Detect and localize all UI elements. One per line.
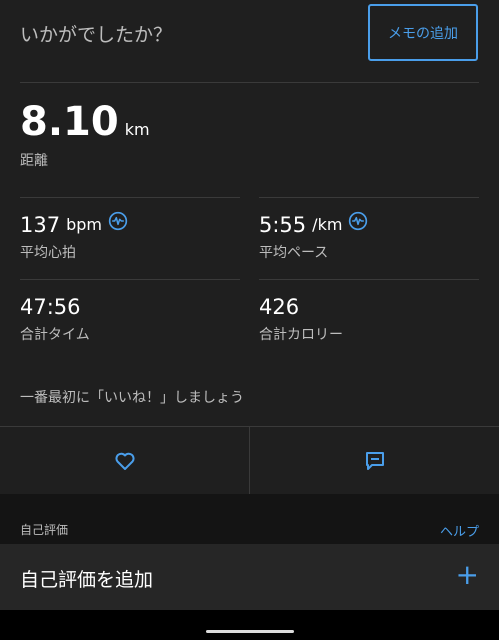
system-nav-bar — [0, 610, 499, 640]
divider — [20, 197, 240, 198]
comment-icon — [365, 452, 384, 470]
pace-value: 5:55 — [259, 213, 307, 237]
feedback-header: いかがでしたか？ メモの追加 — [0, 0, 499, 82]
comment-button[interactable] — [249, 427, 499, 495]
heart-icon — [114, 452, 135, 470]
heart-rate-label: 平均心拍 — [20, 245, 76, 261]
add-self-eval-label: 自己評価を追加 — [20, 569, 154, 591]
divider — [259, 197, 479, 198]
plus-icon[interactable]: + — [456, 558, 479, 592]
pace-unit: /km — [312, 215, 343, 234]
distance-value-row: 8.10 km — [20, 98, 150, 154]
help-link[interactable]: ヘルプ — [440, 521, 479, 540]
total-time-value: 47:56 — [20, 295, 81, 319]
divider — [20, 279, 240, 280]
self-eval-section-header: 自己評価 ヘルプ — [0, 494, 499, 544]
stat-heart-rate: 137 bpm 平均心拍 — [20, 211, 128, 262]
heart-rate-unit: bpm — [66, 215, 102, 234]
pace-label: 平均ペース — [259, 245, 329, 261]
distance-unit: km — [124, 120, 150, 139]
stat-calories: 426 合計カロリー — [259, 294, 343, 344]
add-memo-button[interactable]: メモの追加 — [368, 4, 478, 61]
distance-value: 8.10 — [20, 99, 119, 145]
home-indicator[interactable] — [206, 630, 294, 633]
divider — [259, 279, 479, 280]
total-time-label: 合計タイム — [20, 327, 90, 343]
action-bar — [0, 426, 499, 495]
distance-label: 距離 — [20, 153, 48, 169]
heart-rate-value: 137 — [20, 213, 61, 237]
stat-pace: 5:55 /km 平均ペース — [259, 211, 368, 262]
feedback-question: いかがでしたか？ — [20, 24, 173, 46]
stat-total-time: 47:56 合計タイム — [20, 294, 90, 344]
self-eval-title: 自己評価 — [20, 523, 69, 537]
divider — [20, 82, 479, 83]
like-prompt: 一番最初に「いいね！」しましょう — [20, 390, 244, 406]
calories-label: 合計カロリー — [259, 327, 343, 343]
heart-rate-chart-icon[interactable] — [108, 211, 128, 231]
calories-value: 426 — [259, 295, 300, 319]
like-button[interactable] — [0, 427, 249, 495]
add-self-eval-row[interactable]: 自己評価を追加 + — [0, 544, 499, 610]
pace-chart-icon[interactable] — [348, 211, 368, 231]
